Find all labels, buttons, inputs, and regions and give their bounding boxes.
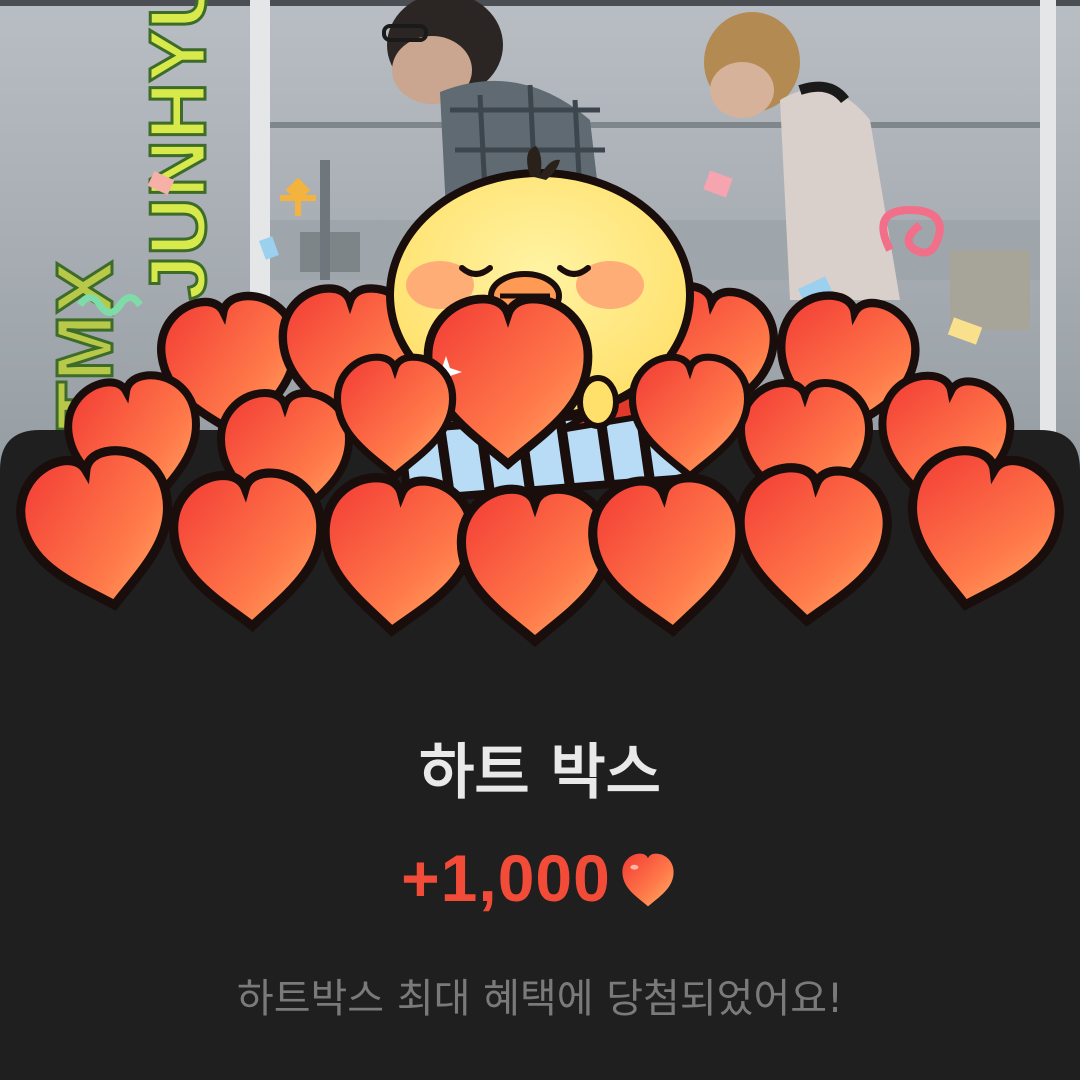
reward-title: 하트 박스 [419,738,661,808]
reward-amount-row: +1,000 [0,840,1080,916]
reward-description: 하트박스 최대 혜택에 당첨되었어요! [236,976,844,1022]
heart-box-illustration: TMX JUNHYUK [0,0,1080,1080]
reward-amount: +1,000 [401,841,611,915]
heart-icon [622,853,674,907]
side-text-right: JUNHYUK [133,0,222,300]
